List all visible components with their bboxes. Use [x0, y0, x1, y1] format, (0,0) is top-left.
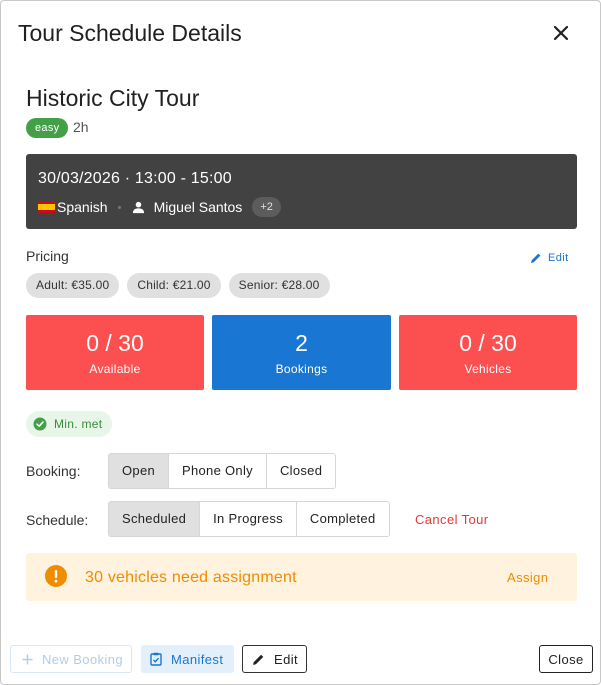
booking-option-closed[interactable]: Closed: [266, 454, 336, 488]
vehicle-assignment-alert: 30 vehicles need assignment Assign: [26, 553, 577, 601]
new-booking-button[interactable]: New Booking: [10, 645, 132, 673]
edit-button[interactable]: Edit: [242, 645, 307, 673]
price-chip-child: Child: €21.00: [127, 273, 221, 298]
close-icon[interactable]: [548, 20, 574, 46]
schedule-option-in-progress[interactable]: In Progress: [200, 502, 297, 536]
stat-available: 0 / 30 Available: [26, 315, 204, 390]
spain-flag-icon: [38, 201, 55, 213]
extra-guides-badge[interactable]: +2: [252, 197, 281, 217]
booking-option-open[interactable]: Open: [109, 454, 170, 488]
booking-toggle-group: Open Phone Only Closed: [108, 453, 337, 489]
stat-bookings-label: Bookings: [275, 362, 328, 376]
price-chips: Adult: €35.00 Child: €21.00 Senior: €28.…: [26, 273, 338, 298]
schedule-toggle-group: Scheduled In Progress Completed: [108, 501, 390, 537]
assign-button[interactable]: Assign: [507, 570, 548, 585]
language-label: Spanish: [57, 199, 108, 215]
stat-vehicles-label: Vehicles: [464, 362, 512, 376]
schedule-label: Schedule:: [26, 512, 89, 528]
pencil-icon: [531, 253, 541, 263]
separator-dot: [117, 205, 121, 209]
stat-available-value: 0 / 30: [86, 330, 144, 356]
guide-name: Miguel Santos: [153, 199, 243, 215]
clipboard-check-icon: [150, 652, 162, 666]
tour-schedule-dialog: Tour Schedule Details Historic City Tour…: [0, 0, 601, 685]
manifest-button[interactable]: Manifest: [141, 645, 234, 673]
stat-bookings[interactable]: 2 Bookings: [212, 315, 391, 390]
minimum-met-label: Min. met: [54, 417, 103, 431]
price-chip-senior: Senior: €28.00: [228, 273, 330, 298]
price-chip-adult: Adult: €35.00: [26, 273, 120, 298]
tour-duration: 2h: [73, 119, 89, 135]
schedule-meta: Spanish Miguel Santos +2: [38, 196, 281, 218]
stat-vehicles-value: 0 / 30: [459, 330, 517, 356]
minimum-met-chip: Min. met: [26, 411, 113, 437]
edit-pricing-button[interactable]: Edit: [530, 251, 569, 265]
pricing-label: Pricing: [26, 248, 69, 264]
dialog-header: Tour Schedule Details: [1, 1, 600, 67]
cancel-tour-button[interactable]: Cancel Tour: [415, 512, 489, 527]
check-circle-icon: [33, 417, 47, 431]
manifest-label: Manifest: [171, 651, 224, 667]
stat-vehicles[interactable]: 0 / 30 Vehicles: [399, 315, 577, 390]
booking-label: Booking:: [26, 463, 81, 479]
edit-label: Edit: [274, 651, 299, 667]
difficulty-chip: easy: [26, 118, 69, 138]
dialog-title: Tour Schedule Details: [18, 20, 242, 46]
person-icon: [132, 201, 145, 214]
booking-option-phone-only[interactable]: Phone Only: [169, 454, 267, 488]
tour-name: Historic City Tour: [26, 85, 200, 111]
stat-available-label: Available: [89, 362, 141, 376]
pencil-icon: [253, 654, 264, 665]
schedule-option-scheduled[interactable]: Scheduled: [109, 502, 201, 536]
warning-icon: [45, 565, 67, 592]
edit-pricing-label: Edit: [548, 252, 569, 264]
schedule-date-time: 30/03/2026 · 13:00 - 15:00: [38, 170, 232, 187]
schedule-option-completed[interactable]: Completed: [296, 502, 389, 536]
close-button[interactable]: Close: [539, 645, 593, 673]
stat-bookings-value: 2: [295, 330, 308, 356]
schedule-card: 30/03/2026 · 13:00 - 15:00 Spanish Migue…: [26, 154, 577, 229]
new-booking-label: New Booking: [42, 651, 123, 667]
plus-icon: [22, 654, 33, 664]
alert-message: 30 vehicles need assignment: [85, 569, 297, 586]
